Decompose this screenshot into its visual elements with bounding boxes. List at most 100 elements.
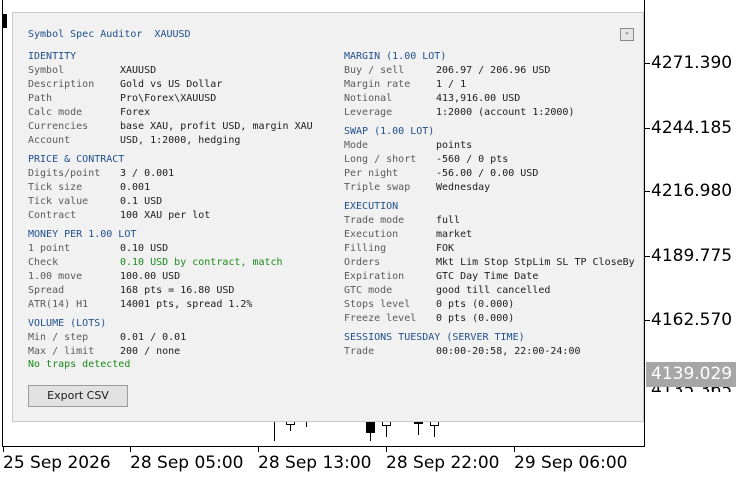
spec-key: Filling bbox=[344, 243, 387, 254]
time-tick bbox=[386, 447, 387, 452]
spec-row: Description Gold vs US Dollar bbox=[28, 78, 328, 92]
time-tick bbox=[514, 447, 515, 452]
spec-key: Leverage bbox=[344, 107, 393, 118]
spec-row: Trade 00:00-20:58, 22:00-24:00 bbox=[344, 345, 644, 359]
price-tick bbox=[645, 191, 650, 192]
spec-row: Leverage 1:2000 (account 1:2000) bbox=[344, 106, 644, 120]
spec-value: 0 pts (0.000) bbox=[436, 299, 515, 310]
spec-key: Description bbox=[28, 79, 95, 90]
spec-value: Gold vs US Dollar bbox=[120, 79, 223, 90]
spec-key: Triple swap bbox=[344, 182, 411, 193]
price-tick bbox=[645, 128, 650, 129]
spec-key: Trade mode bbox=[344, 215, 405, 226]
time-tick bbox=[3, 447, 4, 452]
time-tick bbox=[130, 447, 131, 452]
spec-value: USD, 1:2000, hedging bbox=[120, 135, 241, 146]
price-label: 4189.775 bbox=[651, 246, 733, 266]
spec-row: Contract 100 XAU per lot bbox=[28, 209, 328, 223]
spec-row: Check 0.10 USD by contract, match bbox=[28, 256, 328, 270]
spec-key: Orders bbox=[344, 257, 381, 268]
spec-row: Path Pro\Forex\XAUUSD bbox=[28, 92, 328, 106]
spec-value: 413,916.00 USD bbox=[436, 93, 521, 104]
spec-key: Min / step bbox=[28, 332, 89, 343]
spec-row: Notional 413,916.00 USD bbox=[344, 92, 644, 106]
spec-key: Tick value bbox=[28, 196, 89, 207]
spec-row: Mode points bbox=[344, 139, 644, 153]
candle-body bbox=[366, 421, 375, 433]
spec-value: XAUUSD bbox=[120, 65, 157, 76]
spec-key: Check bbox=[28, 257, 59, 268]
spec-value: Wednesday bbox=[436, 182, 491, 193]
spec-row: ATR(14) H1 14001 pts, spread 1.2% bbox=[28, 298, 328, 312]
spec-row: Symbol XAUUSD bbox=[28, 64, 328, 78]
spec-row: Max / limit 200 / none bbox=[28, 345, 328, 359]
spec-key: ATR(14) H1 bbox=[28, 299, 89, 310]
spec-row: Calc mode Forex bbox=[28, 106, 328, 120]
spec-value: good till cancelled bbox=[436, 285, 551, 296]
spec-value: 0.10 USD bbox=[120, 243, 169, 254]
spec-row: 1.00 move 100.00 USD bbox=[28, 270, 328, 284]
spec-key: Long / short bbox=[344, 154, 417, 165]
spec-row: Per night -56.00 / 0.00 USD bbox=[344, 167, 644, 181]
time-tick bbox=[258, 447, 259, 452]
spec-value: points bbox=[436, 140, 473, 151]
status-message: No traps detected bbox=[28, 359, 131, 370]
spec-key: 1.00 move bbox=[28, 271, 83, 282]
spec-key: Stops level bbox=[344, 299, 411, 310]
spec-value: 00:00-20:58, 22:00-24:00 bbox=[436, 346, 581, 357]
spec-value: GTC Day Time Date bbox=[436, 271, 539, 282]
section-heading-identity: IDENTITY bbox=[28, 51, 77, 62]
candle-wick bbox=[274, 421, 275, 441]
spec-key: 1 point bbox=[28, 243, 71, 254]
spec-row: Freeze level 0 pts (0.000) bbox=[344, 312, 644, 326]
spec-value: 168 pts = 16.80 USD bbox=[120, 285, 235, 296]
section-heading-price-contract: PRICE & CONTRACT bbox=[28, 154, 125, 165]
price-tick bbox=[645, 256, 650, 257]
current-price-tag: 4139.029 bbox=[646, 362, 736, 387]
spec-value: 0.1 USD bbox=[120, 196, 163, 207]
spec-key: Spread bbox=[28, 285, 65, 296]
spec-key: Execution bbox=[344, 229, 399, 240]
spec-row: Tick value 0.1 USD bbox=[28, 195, 328, 209]
spec-row: Filling FOK bbox=[344, 242, 644, 256]
spec-value: -56.00 / 0.00 USD bbox=[436, 168, 539, 179]
section-heading-swap: SWAP (1.00 LOT) bbox=[344, 126, 435, 137]
section-heading-sessions: SESSIONS TUESDAY (SERVER TIME) bbox=[344, 332, 525, 343]
spec-value: -560 / 0 pts bbox=[436, 154, 509, 165]
spec-key: Freeze level bbox=[344, 313, 417, 324]
export-csv-button[interactable]: Export CSV bbox=[28, 385, 128, 407]
time-label: 25 Sep 2026 bbox=[3, 453, 111, 473]
chart-edge-marker bbox=[2, 14, 7, 28]
spec-row: Execution market bbox=[344, 228, 644, 242]
spec-value-check: 0.10 USD by contract, match bbox=[120, 257, 283, 268]
time-label: 28 Sep 05:00 bbox=[130, 453, 244, 473]
spec-row: Min / step 0.01 / 0.01 bbox=[28, 331, 328, 345]
spec-value: 3 / 0.001 bbox=[120, 168, 175, 179]
section-heading-volume: VOLUME (LOTS) bbox=[28, 318, 107, 329]
spec-key: Path bbox=[28, 93, 53, 104]
spec-key: Per night bbox=[344, 168, 399, 179]
spec-row: Digits/point 3 / 0.001 bbox=[28, 167, 328, 181]
spec-row: Triple swap Wednesday bbox=[344, 181, 644, 195]
spec-value: 1:2000 (account 1:2000) bbox=[436, 107, 575, 118]
spec-value: market bbox=[436, 229, 473, 240]
price-tick bbox=[645, 320, 650, 321]
collapse-button[interactable]: - bbox=[620, 28, 634, 41]
section-heading-money-per-lot: MONEY PER 1.00 LOT bbox=[28, 229, 137, 240]
spec-value: 206.97 / 206.96 USD bbox=[436, 65, 551, 76]
time-label: 28 Sep 13:00 bbox=[258, 453, 372, 473]
spec-key: Expiration bbox=[344, 271, 405, 282]
spec-key: Contract bbox=[28, 210, 77, 221]
price-label: 4244.185 bbox=[651, 118, 733, 138]
spec-value: FOK bbox=[436, 243, 455, 254]
spec-row: 1 point 0.10 USD bbox=[28, 242, 328, 256]
spec-key: Margin rate bbox=[344, 79, 411, 90]
spec-value: 14001 pts, spread 1.2% bbox=[120, 299, 253, 310]
spec-key: GTC mode bbox=[344, 285, 393, 296]
spec-row: Currencies base XAU, profit USD, margin X… bbox=[28, 120, 328, 134]
spec-value: Mkt Lim Stop StpLim SL TP CloseBy bbox=[436, 257, 635, 268]
spec-key: Symbol bbox=[28, 65, 65, 76]
spec-row: Expiration GTC Day Time Date bbox=[344, 270, 644, 284]
section-heading-execution: EXECUTION bbox=[344, 201, 399, 212]
spec-row: Account USD, 1:2000, hedging bbox=[28, 134, 328, 148]
